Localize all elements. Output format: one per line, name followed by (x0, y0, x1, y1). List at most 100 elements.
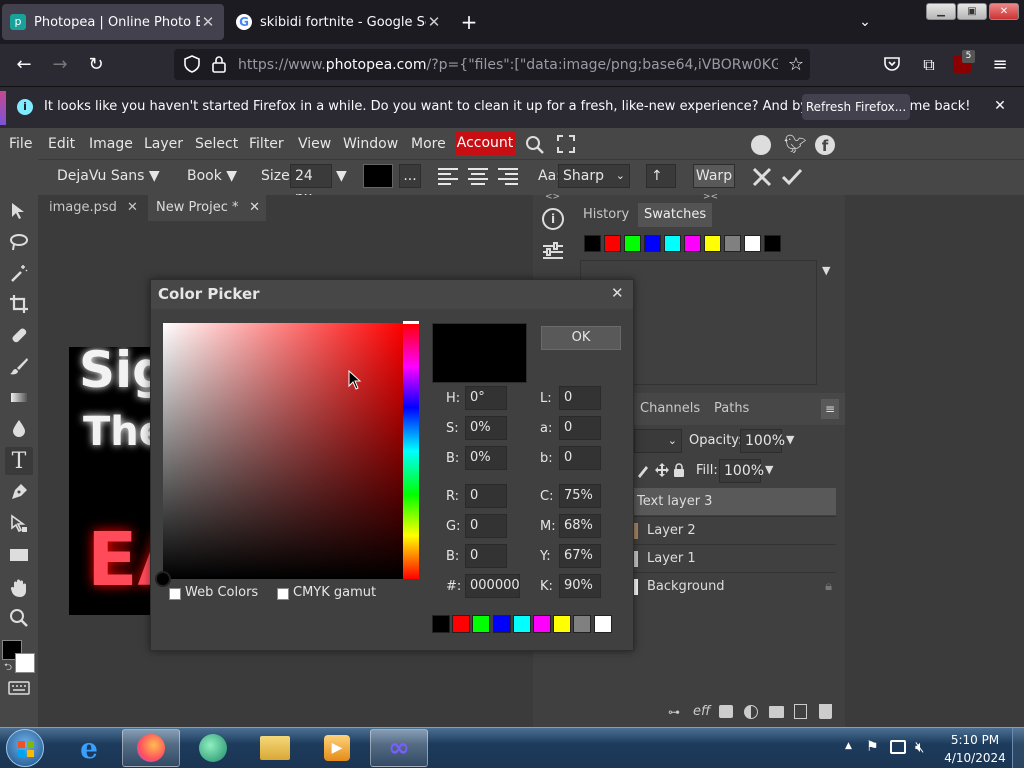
swatch[interactable] (664, 235, 681, 252)
text-orientation-dropdown[interactable]: ↑ ⌄ (646, 164, 676, 205)
layer-row-background[interactable]: Background 🔒︎ (632, 572, 836, 599)
lab-l-input[interactable]: 0 (559, 386, 601, 410)
tab-channels[interactable]: Channels (634, 397, 706, 421)
adjustments-panel-icon[interactable] (542, 242, 564, 260)
close-dialog-icon[interactable]: ✕ (611, 284, 624, 302)
extensions-puzzle-icon[interactable]: ⧉ (917, 53, 941, 77)
align-right-icon[interactable] (497, 167, 519, 185)
new-layer-icon[interactable] (794, 704, 807, 719)
more-options-button[interactable]: ... (399, 164, 421, 188)
tracking-shield-icon[interactable] (183, 55, 201, 73)
menu-more[interactable]: More (411, 136, 446, 152)
delete-layer-trash-icon[interactable] (819, 704, 832, 719)
back-arrow-icon[interactable]: ← (12, 53, 36, 77)
background-color-swatch[interactable] (15, 653, 35, 673)
close-doc-icon[interactable]: ✕ (249, 195, 260, 221)
adjustment-layer-icon[interactable] (744, 705, 758, 719)
taskbar-ie[interactable]: e (60, 729, 118, 767)
tab-paths[interactable]: Paths (708, 397, 755, 421)
network-icon[interactable] (890, 740, 906, 754)
green-input[interactable]: 0 (465, 514, 507, 538)
swatch[interactable] (684, 235, 701, 252)
collapse-arrows-icon[interactable]: <> (545, 192, 560, 202)
warp-button[interactable]: Warp (693, 164, 735, 188)
layers-menu-icon[interactable]: ≡ (821, 399, 839, 419)
swap-colors-icon[interactable]: ⮌ (4, 660, 12, 677)
menu-filter[interactable]: Filter (249, 136, 284, 152)
swatch[interactable] (764, 235, 781, 252)
hue-input[interactable]: 0° (465, 386, 507, 410)
layer-row-text-layer-3[interactable]: Text layer 3 (632, 488, 836, 515)
eraser-tool-icon[interactable] (5, 383, 33, 411)
dialog-swatch[interactable] (593, 615, 612, 633)
menu-edit[interactable]: Edit (48, 136, 75, 152)
red-input[interactable]: 0 (465, 484, 507, 508)
start-button[interactable] (6, 729, 44, 767)
new-group-folder-icon[interactable] (769, 706, 784, 718)
show-desktop-button[interactable] (1012, 728, 1024, 768)
tab-photopea[interactable]: p Photopea | Online Photo Editor ✕ (2, 4, 224, 40)
keyboard-icon[interactable] (8, 681, 30, 695)
move-tool-icon[interactable] (5, 197, 33, 225)
commit-check-icon[interactable] (781, 168, 803, 186)
info-panel-icon[interactable]: i (542, 208, 564, 230)
taskbar-firefox[interactable] (122, 729, 180, 767)
swatch[interactable] (704, 235, 721, 252)
bookmark-star-icon[interactable]: ☆ (784, 53, 808, 77)
hamburger-menu-icon[interactable]: ≡ (988, 53, 1012, 77)
swatch[interactable] (604, 235, 621, 252)
account-button[interactable]: Account (455, 132, 515, 155)
show-hidden-icons[interactable]: ▲ (845, 741, 852, 751)
hand-tool-icon[interactable] (5, 574, 33, 602)
menu-layer[interactable]: Layer (144, 136, 183, 152)
image-canvas[interactable]: Sig The EA (69, 347, 159, 615)
blend-mode-dropdown[interactable]: ⌄ (634, 429, 682, 453)
layer-row-layer-2[interactable]: Layer 2 (632, 516, 836, 543)
menu-image[interactable]: Image (89, 136, 133, 152)
doc-tab-image-psd[interactable]: image.psd ✕ (41, 195, 146, 221)
close-window-button[interactable]: ✕ (989, 3, 1019, 20)
saturation-input[interactable]: 0% (465, 416, 507, 440)
menu-select[interactable]: Select (195, 136, 238, 152)
hex-input[interactable]: 000000 (465, 574, 520, 598)
lab-a-input[interactable]: 0 (559, 416, 601, 440)
blue-input[interactable]: 0 (465, 544, 507, 568)
path-select-icon[interactable] (5, 510, 33, 538)
magenta-input[interactable]: 68% (559, 514, 601, 538)
crop-tool-icon[interactable] (5, 290, 33, 318)
link-layers-icon[interactable]: ⊶ (668, 705, 680, 719)
fill-input[interactable]: 100% (719, 459, 764, 483)
font-family-dropdown[interactable]: DejaVu Sans ▼ (57, 168, 160, 184)
refresh-firefox-button[interactable]: Refresh Firefox... (802, 94, 910, 120)
menu-window[interactable]: Window (343, 136, 398, 152)
align-center-icon[interactable] (467, 167, 489, 185)
saturation-brightness-field[interactable] (163, 323, 403, 579)
lasso-tool-icon[interactable] (5, 228, 33, 256)
yellow-input[interactable]: 67% (559, 544, 601, 568)
swatch[interactable] (624, 235, 641, 252)
cyan-input[interactable]: 75% (559, 484, 601, 508)
tab-swatches[interactable]: Swatches (638, 203, 713, 227)
fill-dropdown-icon[interactable]: ▼ (765, 463, 773, 476)
close-tab-icon[interactable]: ✕ (200, 13, 216, 31)
reddit-icon[interactable] (751, 135, 771, 155)
close-notification-icon[interactable]: ✕ (988, 94, 1012, 118)
taskbar-explorer[interactable] (246, 729, 304, 767)
antialias-dropdown[interactable]: Sharp ⌄ (558, 164, 630, 188)
address-bar[interactable]: https://www.photopea.com/?p={"files":["d… (174, 49, 810, 80)
search-icon[interactable] (525, 135, 545, 155)
opacity-input[interactable]: 100% (740, 429, 785, 453)
type-tool-icon[interactable]: T (5, 447, 33, 475)
dialog-swatch[interactable] (512, 615, 531, 633)
font-size-dropdown-icon[interactable]: ▼ (336, 168, 347, 184)
web-colors-checkbox[interactable] (169, 588, 181, 600)
taskbar-app[interactable] (184, 729, 242, 767)
maximize-window-button[interactable]: ▣ (957, 3, 987, 20)
tab-list-chevron-icon[interactable]: ⌄ (853, 10, 877, 34)
dialog-swatch[interactable] (472, 615, 491, 633)
swatch[interactable] (584, 235, 601, 252)
brightness-input[interactable]: 0% (465, 446, 507, 470)
action-center-flag-icon[interactable]: ⚑ (866, 739, 879, 755)
text-color-swatch[interactable] (363, 164, 393, 188)
cmyk-gamut-checkbox[interactable] (277, 588, 289, 600)
